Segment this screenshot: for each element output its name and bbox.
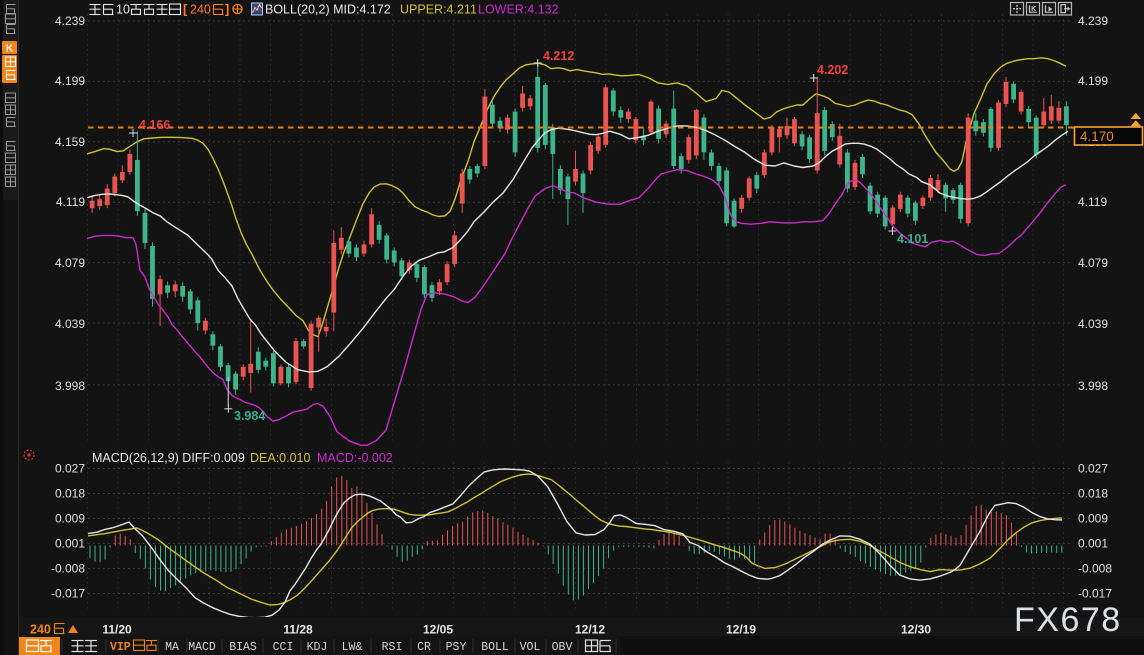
svg-text:CCI: CCI (273, 641, 294, 654)
svg-text:BOLL: BOLL (481, 641, 509, 654)
svg-text:4.212: 4.212 (543, 49, 574, 63)
svg-text:-0.017: -0.017 (51, 587, 85, 601)
svg-text:0.001: 0.001 (1078, 537, 1108, 551)
svg-text:CR: CR (417, 641, 431, 654)
svg-text:DEA:0.010: DEA:0.010 (250, 451, 311, 465)
svg-text:K: K (6, 44, 14, 55)
svg-text:4.159: 4.159 (55, 135, 85, 149)
svg-text:KDJ: KDJ (307, 641, 328, 654)
svg-text:4.039: 4.039 (1078, 317, 1108, 331)
svg-text:BIAS: BIAS (229, 641, 257, 654)
svg-text:4.039: 4.039 (55, 317, 85, 331)
svg-text:10: 10 (116, 3, 130, 17)
svg-text:3.998: 3.998 (55, 379, 85, 393)
svg-text:VOL: VOL (520, 641, 541, 654)
svg-text:RSI: RSI (382, 641, 403, 654)
svg-text:4.166: 4.166 (139, 118, 170, 132)
svg-text:11/20: 11/20 (102, 623, 132, 637)
svg-text:240: 240 (190, 3, 211, 17)
svg-text:4.170: 4.170 (1080, 129, 1114, 144)
svg-text:4.119: 4.119 (1078, 195, 1107, 209)
svg-text:-0.017: -0.017 (1078, 587, 1112, 601)
svg-text:MACD(26,12,9) DIFF:0.009: MACD(26,12,9) DIFF:0.009 (92, 451, 245, 465)
svg-text:VIP: VIP (110, 641, 131, 654)
svg-text:-0.008: -0.008 (1078, 562, 1112, 576)
svg-text:4.119: 4.119 (56, 195, 85, 209)
svg-text:OBV: OBV (552, 641, 573, 654)
svg-text:0.009: 0.009 (1078, 512, 1108, 526)
svg-text:12/19: 12/19 (726, 623, 756, 637)
svg-text:4.239: 4.239 (1078, 14, 1108, 28)
svg-text:K: K (1031, 6, 1036, 13)
svg-text:LW&: LW& (342, 641, 363, 654)
svg-text:3.998: 3.998 (1078, 379, 1108, 393)
svg-text:FX678: FX678 (1014, 601, 1122, 639)
svg-text:12/30: 12/30 (901, 623, 931, 637)
svg-text:4.239: 4.239 (55, 14, 85, 28)
svg-text:MACD:-0.002: MACD:-0.002 (317, 451, 393, 465)
svg-text:4.101: 4.101 (897, 232, 928, 246)
svg-text:4.199: 4.199 (1078, 74, 1108, 88)
svg-text:MACD: MACD (188, 641, 216, 654)
svg-text:0.018: 0.018 (55, 487, 85, 501)
svg-text:-0.008: -0.008 (51, 562, 85, 576)
svg-text:12/12: 12/12 (575, 623, 605, 637)
svg-text:4.079: 4.079 (1078, 256, 1108, 270)
svg-text:UPPER:4.211: UPPER:4.211 (400, 3, 477, 17)
svg-text:240: 240 (30, 623, 51, 637)
svg-text:4.199: 4.199 (55, 74, 85, 88)
svg-text:MA: MA (165, 641, 179, 654)
svg-text:0.027: 0.027 (55, 462, 85, 476)
svg-text:0.001: 0.001 (55, 537, 85, 551)
svg-text:0.018: 0.018 (1078, 487, 1108, 501)
svg-text:BOLL(20,2) MID:4.172: BOLL(20,2) MID:4.172 (265, 3, 391, 17)
svg-text:LOWER:4.132: LOWER:4.132 (478, 3, 559, 17)
svg-text:4.202: 4.202 (817, 63, 848, 77)
svg-text:12/05: 12/05 (423, 623, 453, 637)
svg-text:0.027: 0.027 (1078, 462, 1108, 476)
svg-text:3.984: 3.984 (234, 409, 265, 423)
svg-text:0.009: 0.009 (55, 512, 85, 526)
svg-text:11/28: 11/28 (283, 623, 313, 637)
svg-text:PSY: PSY (446, 641, 467, 654)
svg-text:[: [ (183, 2, 188, 17)
svg-text:]: ] (225, 2, 229, 17)
svg-text:4.079: 4.079 (55, 256, 85, 270)
